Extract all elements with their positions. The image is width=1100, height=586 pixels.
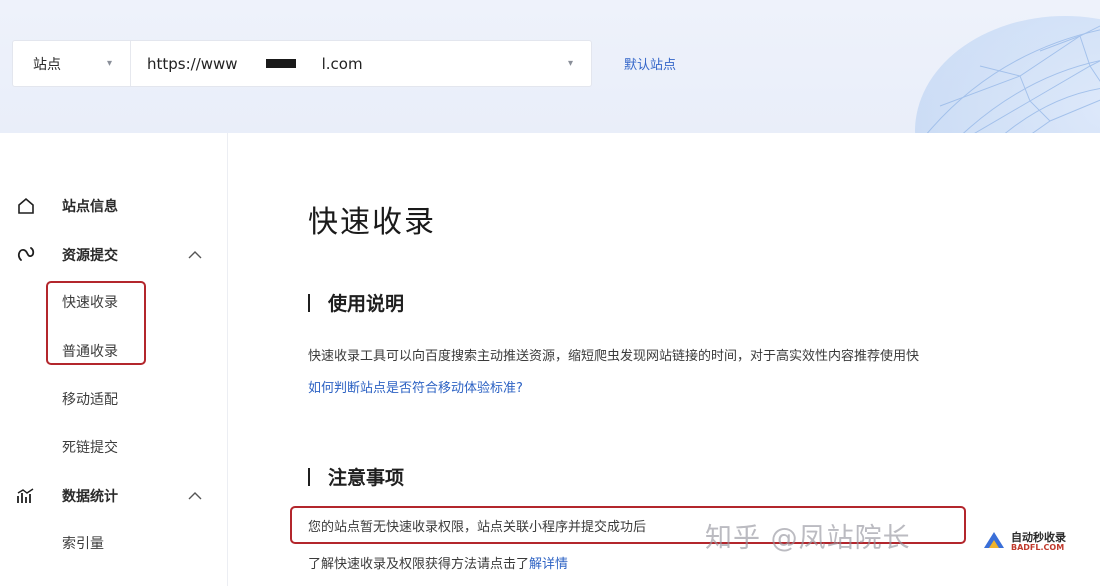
section-bar bbox=[308, 293, 310, 312]
page-title: 快速收录 bbox=[308, 205, 436, 240]
site-logo-watermark: 自动秒收录 BADFL.COM bbox=[980, 523, 1098, 561]
logo-mark-icon bbox=[984, 532, 1004, 548]
section-title-notice: 注意事项 bbox=[308, 463, 404, 490]
notice-help-text: 了解快速收录及权限获得方法请点击了解详情 bbox=[308, 553, 568, 572]
main-content: 快速收录 使用说明 快速收录工具可以向百度搜索主动推送资源，缩短爬虫发现网站链接… bbox=[228, 133, 1100, 586]
site-url-value: https://www l.com bbox=[147, 55, 363, 73]
logo-text: 自动秒收录 BADFL.COM bbox=[1011, 530, 1066, 553]
chart-icon bbox=[14, 484, 38, 508]
section-title-text: 使用说明 bbox=[328, 293, 405, 315]
sidebar-item-label: 站点信息 bbox=[62, 199, 118, 215]
sidebar: 站点信息 资源提交 快速收录 普通收录 移动适配 死链提交 数据统计 索引量 bbox=[0, 133, 228, 586]
site-url-suffix: l.com bbox=[321, 54, 363, 73]
site-url-dropdown[interactable]: https://www l.com ▾ bbox=[131, 41, 591, 86]
site-selector-bar: 站点 ▾ https://www l.com ▾ bbox=[12, 40, 592, 87]
mobile-standard-link[interactable]: 如何判断站点是否符合移动体验标准? bbox=[308, 377, 523, 396]
usage-description: 快速收录工具可以向百度搜索主动推送资源，缩短爬虫发现网站链接的时间，对于高实效性… bbox=[308, 349, 920, 364]
site-url-prefix: https://www bbox=[147, 54, 238, 73]
default-site-link[interactable]: 默认站点 bbox=[624, 54, 676, 73]
notice-help-prefix: 了解快速收录及权限获得方法请点击了 bbox=[308, 557, 530, 572]
details-link[interactable]: 解详情 bbox=[529, 557, 568, 572]
sidebar-item-index-volume[interactable]: 索引量 bbox=[62, 533, 104, 553]
link-icon bbox=[14, 243, 38, 267]
page: 站点 ▾ https://www l.com ▾ 默认站点 站点信息 资源提交 … bbox=[0, 0, 1100, 586]
chevron-up-icon[interactable] bbox=[186, 246, 204, 264]
home-icon bbox=[14, 194, 38, 218]
sidebar-group-label: 资源提交 bbox=[62, 248, 118, 264]
sidebar-item-site-info[interactable]: 站点信息 bbox=[0, 191, 228, 221]
site-type-dropdown[interactable]: 站点 ▾ bbox=[13, 41, 131, 86]
section-title-usage: 使用说明 bbox=[308, 289, 404, 316]
logo-sub-text: BADFL.COM bbox=[1011, 542, 1065, 552]
section-title-text: 注意事项 bbox=[328, 467, 405, 489]
chevron-down-icon: ▾ bbox=[567, 58, 573, 69]
sidebar-item-deadlink-submit[interactable]: 死链提交 bbox=[62, 437, 118, 457]
header: 站点 ▾ https://www l.com ▾ 默认站点 bbox=[0, 0, 1100, 166]
redacted-block bbox=[265, 59, 296, 68]
chevron-up-icon[interactable] bbox=[186, 487, 204, 505]
sidebar-item-mobile-adapt[interactable]: 移动适配 bbox=[62, 389, 118, 409]
notice-permission-text: 您的站点暂无快速收录权限，站点关联小程序并提交成功后 bbox=[308, 520, 647, 535]
sidebar-group-label: 数据统计 bbox=[62, 489, 118, 505]
sidebar-group-statistics[interactable]: 数据统计 bbox=[0, 481, 228, 511]
sidebar-group-resource-submit[interactable]: 资源提交 bbox=[0, 240, 228, 270]
sidebar-highlight-box bbox=[46, 281, 146, 365]
section-bar bbox=[308, 467, 310, 486]
chevron-down-icon: ▾ bbox=[106, 58, 112, 69]
logo-main-text: 自动秒收录 bbox=[1011, 530, 1066, 544]
site-type-label: 站点 bbox=[33, 56, 61, 73]
zhihu-watermark: 知乎 @凤站院长 bbox=[705, 523, 911, 554]
